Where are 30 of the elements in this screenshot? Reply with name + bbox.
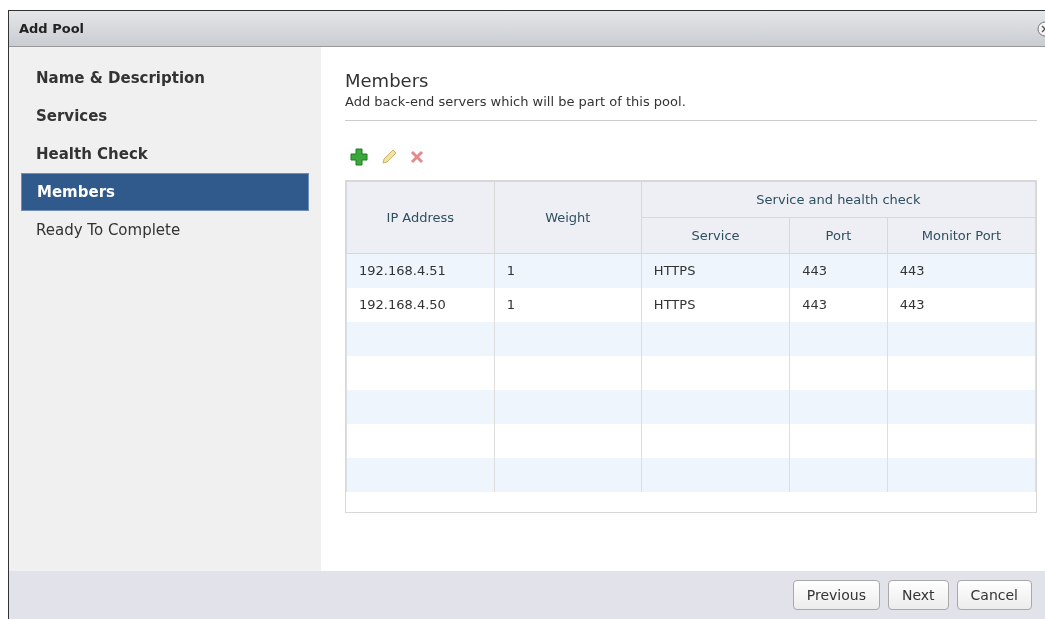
wizard-step[interactable]: Ready To Complete xyxy=(21,211,309,249)
table-cell: 192.168.4.50 xyxy=(346,287,495,322)
close-icon[interactable] xyxy=(1037,20,1045,37)
column-header[interactable]: Port xyxy=(789,217,888,254)
wizard-button[interactable]: Next xyxy=(887,580,949,610)
wizard-step[interactable]: Services xyxy=(21,97,309,135)
add-icon[interactable] xyxy=(350,148,368,166)
column-header[interactable]: IP Address xyxy=(346,181,495,254)
window-title: Add Pool xyxy=(19,19,85,38)
table-cell: HTTPS xyxy=(641,287,790,322)
page-title: Members xyxy=(345,69,430,93)
wizard-step[interactable]: Health Check xyxy=(21,135,309,173)
delete-icon[interactable] xyxy=(410,150,424,164)
column-group-header: Service and health check xyxy=(641,181,1036,218)
table-cell: 443 xyxy=(887,287,1036,322)
wizard-button[interactable]: Previous xyxy=(792,580,880,610)
page-description: Add back-end servers which will be part of this pool. xyxy=(345,93,1037,121)
wizard-step[interactable]: Members xyxy=(21,173,309,211)
column-header[interactable]: Weight xyxy=(494,181,642,254)
wizard-step[interactable]: Name & Description xyxy=(21,59,309,97)
wizard-button[interactable]: Cancel xyxy=(956,580,1032,610)
table-cell: 192.168.4.51 xyxy=(346,253,495,288)
column-header[interactable]: Monitor Port xyxy=(887,217,1036,254)
table-cell: HTTPS xyxy=(641,253,790,288)
column-header[interactable]: Service xyxy=(641,217,790,254)
table-cell: 443 xyxy=(887,253,1036,288)
table-cell: 443 xyxy=(789,253,888,288)
table-cell: 1 xyxy=(494,287,642,322)
table-cell: 443 xyxy=(789,287,888,322)
table-cell: 1 xyxy=(494,253,642,288)
